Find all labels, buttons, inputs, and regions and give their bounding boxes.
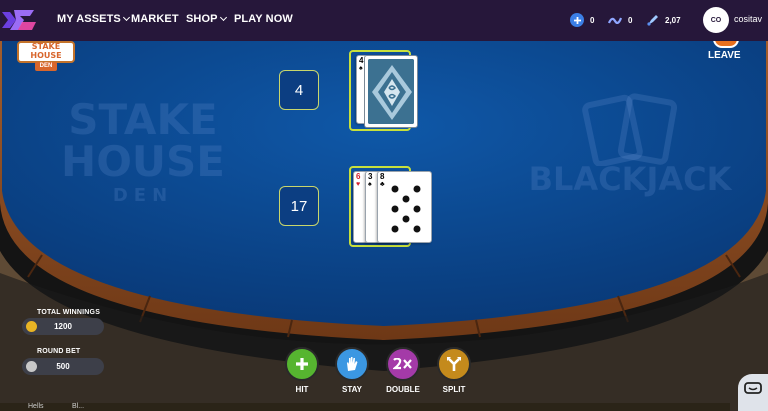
watermark-line-1: STAKE xyxy=(68,95,218,144)
avatar[interactable]: CO xyxy=(703,7,729,33)
2x-icon xyxy=(386,347,420,381)
total-winnings-display: 1200 xyxy=(22,318,104,335)
dealer-card-1-rank: 4 xyxy=(359,56,364,65)
nav-play-now[interactable]: PLAY NOW xyxy=(234,13,293,25)
chevron-down-icon xyxy=(122,13,130,22)
table-logo-watermark: STAKE HOUSE DEN xyxy=(48,99,238,205)
blackjack-watermark: BLACKJACK xyxy=(525,91,735,195)
dealer-hand: 4 ♠ xyxy=(349,50,418,131)
player-card-2-rank: 3 xyxy=(368,172,373,181)
top-nav: MY ASSETS MARKET SHOP PLAY NOW 0 0 2,07 … xyxy=(0,0,768,41)
nav-my-assets-label: MY ASSETS xyxy=(57,13,121,25)
nav-shop[interactable]: SHOP xyxy=(186,13,227,25)
total-winnings-label: TOTAL WINNINGS xyxy=(37,309,101,316)
split-label: SPLIT xyxy=(442,385,466,394)
small-logo-line-2: HOUSE xyxy=(30,51,62,60)
small-logo-line-1: STAKE xyxy=(31,42,61,51)
total-winnings-value: 1200 xyxy=(54,322,72,331)
dealer-score: 4 xyxy=(279,70,319,110)
small-logo-line-3: DEN xyxy=(35,62,57,71)
footer-text-1: Hells xyxy=(28,403,44,410)
cards-watermark-icon xyxy=(582,93,678,167)
round-bet-value: 500 xyxy=(56,362,70,371)
player-score: 17 xyxy=(279,186,319,226)
nav-shop-label: SHOP xyxy=(186,13,218,25)
plus-coin-icon xyxy=(570,13,584,27)
hit-button[interactable]: HIT xyxy=(282,347,322,394)
balance-stat-1-value: 0 xyxy=(590,15,595,25)
nav-play-now-label: PLAY NOW xyxy=(234,13,293,25)
footer-text-2: Bl... xyxy=(72,403,85,410)
nav-market[interactable]: MARKET xyxy=(131,13,179,25)
leave-button[interactable]: LEAVE xyxy=(708,50,741,61)
player-card-1-rank: 6 xyxy=(356,172,361,181)
plus-icon xyxy=(285,347,319,381)
watermark-line-3: DEN xyxy=(112,185,174,206)
chat-icon xyxy=(744,382,762,394)
chat-bubble-button[interactable] xyxy=(738,374,768,411)
site-logo[interactable] xyxy=(0,4,38,36)
stake-house-den-logo: STAKE HOUSE DEN xyxy=(17,39,75,73)
card-back-pattern-icon xyxy=(368,59,414,124)
split-icon xyxy=(437,347,471,381)
double-button[interactable]: DOUBLE xyxy=(383,347,423,394)
balance-stat-2[interactable]: 0 xyxy=(608,12,632,28)
round-bet-display: 500 xyxy=(22,358,104,375)
balance-stat-1[interactable]: 0 xyxy=(570,12,594,28)
balance-stat-2-value: 0 xyxy=(628,15,633,25)
watermark-line-2: HOUSE xyxy=(61,137,225,186)
chevron-down-icon xyxy=(219,13,227,22)
player-card-1-suit: ♥ xyxy=(356,181,361,188)
balance-stat-3[interactable]: 2,07 xyxy=(645,12,681,28)
split-button[interactable]: SPLIT xyxy=(434,347,474,394)
nav-market-label: MARKET xyxy=(131,13,179,25)
stay-label: STAY xyxy=(341,385,362,394)
dealer-card-face-down xyxy=(364,55,418,128)
double-label: DOUBLE xyxy=(386,385,420,394)
blackjack-watermark-text: BLACKJACK xyxy=(528,160,732,198)
player-card-3-suit: ♣ xyxy=(380,181,385,188)
clubs-pips-icon xyxy=(391,185,421,233)
player-card-3: 8 ♣ xyxy=(377,171,432,243)
username[interactable]: cositav xyxy=(734,14,762,24)
dealer-card-1-suit: ♠ xyxy=(359,65,363,72)
footer-strip: Hells Bl... xyxy=(0,403,730,411)
round-bet-label: ROUND BET xyxy=(37,348,81,355)
balance-stat-3-value: 2,07 xyxy=(665,15,681,25)
hit-label: HIT xyxy=(295,385,309,394)
player-card-2-suit: ♠ xyxy=(368,181,372,188)
rocket-token-icon xyxy=(645,13,659,27)
player-hand: 6 ♥ 3 ♠ 8 ♣ xyxy=(349,166,432,247)
wave-token-icon xyxy=(608,13,622,27)
stay-button[interactable]: STAY xyxy=(332,347,372,394)
nav-my-assets[interactable]: MY ASSETS xyxy=(57,13,130,25)
player-card-3-rank: 8 xyxy=(380,172,385,181)
hand-icon xyxy=(335,347,369,381)
